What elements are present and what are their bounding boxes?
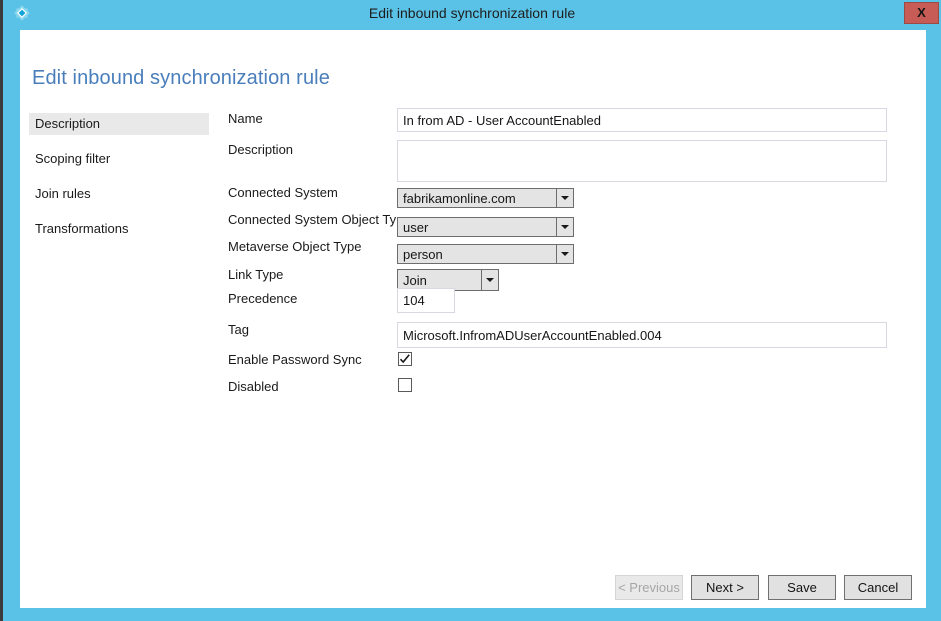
tag-input[interactable] <box>397 322 887 348</box>
window-title: Edit inbound synchronization rule <box>368 5 576 21</box>
chevron-down-icon[interactable] <box>556 218 573 236</box>
checkmark-icon <box>399 354 410 364</box>
close-button[interactable]: X <box>904 2 939 24</box>
connected-system-label: Connected System <box>228 185 338 200</box>
connected-system-select[interactable]: fabrikamonline.com <box>397 188 574 208</box>
cancel-button[interactable]: Cancel <box>844 575 912 600</box>
metaverse-object-type-label: Metaverse Object Type <box>228 239 362 254</box>
connected-system-object-type-value: user <box>403 220 429 235</box>
dialog-window: Edit inbound synchronization rule X Edit… <box>0 0 941 621</box>
description-form: Name Description Connected System fabrik… <box>20 30 926 608</box>
description-label: Description <box>228 142 294 157</box>
disabled-label: Disabled <box>228 379 279 394</box>
link-type-label: Link Type <box>228 267 284 282</box>
name-label: Name <box>228 111 263 126</box>
connected-system-object-type-select[interactable]: user <box>397 217 574 237</box>
chevron-down-icon[interactable] <box>481 270 498 290</box>
previous-button[interactable]: < Previous <box>615 575 683 600</box>
dialog-content: Edit inbound synchronization rule Descri… <box>20 30 926 608</box>
disabled-checkbox[interactable] <box>398 378 412 392</box>
tag-label: Tag <box>228 322 249 337</box>
metaverse-object-type-select[interactable]: person <box>397 244 574 264</box>
precedence-label: Precedence <box>228 291 298 306</box>
enable-password-sync-checkbox[interactable] <box>398 352 412 366</box>
chevron-down-icon[interactable] <box>556 189 573 207</box>
title-bar: Edit inbound synchronization rule X <box>3 0 941 26</box>
precedence-input[interactable] <box>397 288 455 313</box>
name-input[interactable] <box>397 108 887 132</box>
connected-system-object-type-label: Connected System Object Type <box>228 212 411 227</box>
save-button[interactable]: Save <box>768 575 836 600</box>
connected-system-value: fabrikamonline.com <box>403 191 516 206</box>
metaverse-object-type-value: person <box>403 247 443 262</box>
description-textarea[interactable] <box>397 140 887 182</box>
enable-password-sync-label: Enable Password Sync <box>228 352 362 367</box>
next-button[interactable]: Next > <box>691 575 759 600</box>
chevron-down-icon[interactable] <box>556 245 573 263</box>
link-type-value: Join <box>403 273 427 288</box>
